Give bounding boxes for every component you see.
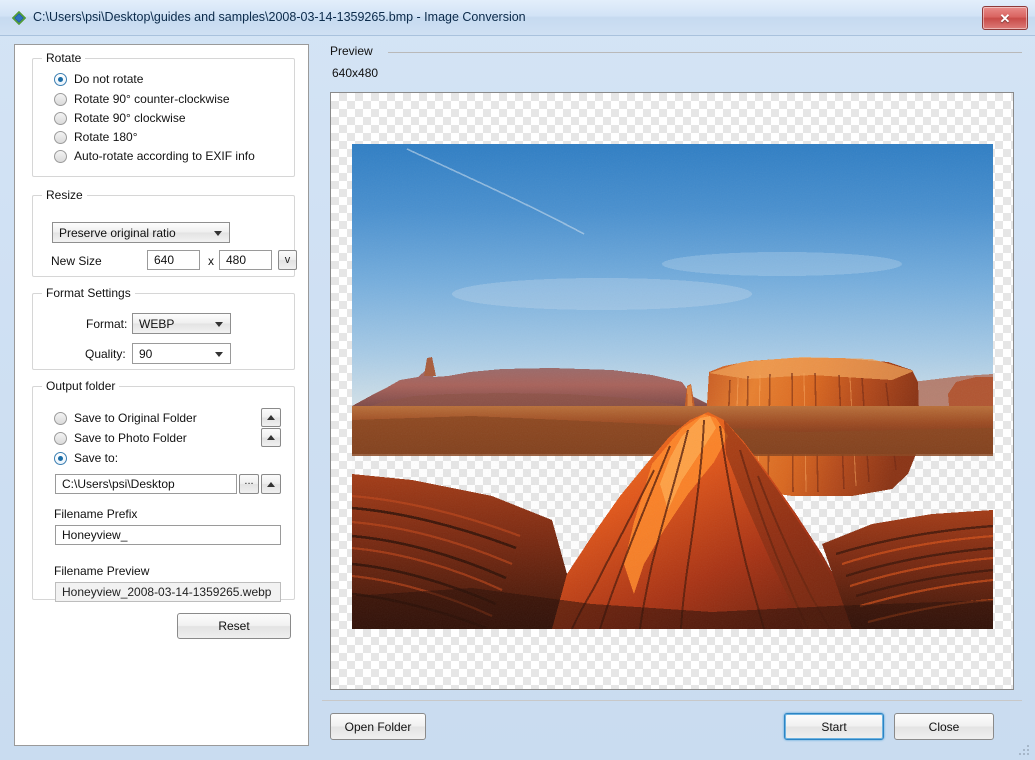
save-original-folder-up-button[interactable] — [261, 408, 281, 427]
browse-ellipsis-label: ... — [244, 475, 254, 487]
open-folder-label: Open Folder — [344, 719, 412, 734]
title-bar: C:\Users\psi\Desktop\guides and samples\… — [0, 0, 1035, 36]
size-presets-label: v — [284, 254, 291, 266]
preview-canvas[interactable] — [330, 92, 1014, 690]
radio-indicator — [54, 130, 67, 144]
output-folder-group: Output folder Save to Original Folder Sa… — [32, 379, 295, 602]
resize-group: Resize Preserve original ratio New Size … — [32, 188, 297, 277]
close-icon: ✕ — [999, 10, 1011, 26]
radio-indicator — [54, 451, 67, 465]
window-title: C:\Users\psi\Desktop\guides and samples\… — [33, 10, 526, 24]
size-separator: x — [208, 254, 214, 268]
new-width-input[interactable]: 640 — [147, 250, 200, 270]
radio-indicator — [54, 411, 67, 425]
resize-mode-dropdown[interactable]: Preserve original ratio — [52, 222, 230, 243]
filename-preview-label: Filename Preview — [54, 564, 150, 578]
preview-dimensions: 640x480 — [332, 66, 379, 80]
close-label: Close — [928, 719, 960, 734]
new-width-value: 640 — [154, 253, 175, 267]
save-photo-folder-up-button[interactable] — [261, 428, 281, 447]
radio-do-not-rotate[interactable]: Do not rotate — [54, 72, 143, 86]
output-path-value: C:\Users\psi\Desktop — [62, 477, 175, 491]
radio-rotate-90-cw[interactable]: Rotate 90° clockwise — [54, 111, 186, 125]
format-settings-group: Format Settings Format: WEBP Quality: 90 — [32, 286, 295, 370]
radio-rotate-180[interactable]: Rotate 180° — [54, 130, 138, 144]
start-button[interactable]: Start — [784, 713, 884, 740]
radio-label: Do not rotate — [74, 72, 144, 86]
radio-label: Auto-rotate according to EXIF info — [74, 149, 255, 163]
filename-prefix-input[interactable]: Honeyview_ — [55, 525, 281, 545]
radio-label: Rotate 90° clockwise — [74, 111, 186, 125]
app-icon — [12, 11, 26, 25]
chevron-down-icon — [214, 230, 222, 236]
quality-dropdown[interactable]: 90 — [132, 343, 231, 364]
reset-button-label: Reset — [218, 619, 250, 633]
image-conversion-window: C:\Users\psi\Desktop\guides and samples\… — [0, 0, 1035, 760]
preview-panel: Preview 640x480 — [322, 44, 1022, 699]
resize-grip[interactable] — [1018, 744, 1030, 756]
quality-value: 90 — [139, 346, 153, 361]
radio-auto-rotate-exif[interactable]: Auto-rotate according to EXIF info — [54, 149, 255, 163]
close-button[interactable]: Close — [894, 713, 994, 740]
radio-save-original-folder[interactable]: Save to Original Folder — [54, 411, 197, 425]
radio-indicator — [54, 149, 67, 163]
settings-panel: Rotate Do not rotate Rotate 90° counter-… — [14, 44, 309, 746]
reset-button[interactable]: Reset — [177, 613, 291, 639]
start-label: Start — [821, 719, 847, 734]
radio-label: Save to: — [74, 451, 119, 465]
new-height-input[interactable]: 480 — [219, 250, 272, 270]
new-height-value: 480 — [226, 253, 247, 267]
filename-prefix-value: Honeyview_ — [62, 528, 128, 542]
footer-separator — [322, 700, 1022, 701]
radio-save-to-path[interactable]: Save to: — [54, 451, 118, 465]
save-to-path-up-button[interactable] — [261, 474, 281, 494]
rotate-group-title: Rotate — [42, 51, 86, 65]
radio-label: Save to Original Folder — [74, 411, 197, 425]
browse-folder-button[interactable]: ... — [239, 474, 259, 494]
size-presets-button[interactable]: v — [278, 250, 297, 270]
chevron-down-icon — [215, 351, 223, 357]
filename-preview-value: Honeyview_2008-03-14-1359265.webp — [62, 585, 272, 599]
new-size-label: New Size — [51, 254, 102, 268]
radio-rotate-90-ccw[interactable]: Rotate 90° counter-clockwise — [54, 92, 230, 106]
format-label: Format: — [86, 317, 128, 331]
format-dropdown[interactable]: WEBP — [132, 313, 231, 334]
quality-label: Quality: — [85, 347, 126, 361]
preview-image — [352, 144, 993, 629]
filename-prefix-label: Filename Prefix — [54, 507, 138, 521]
radio-indicator — [54, 92, 67, 106]
resize-group-title: Resize — [42, 188, 87, 202]
radio-label: Save to Photo Folder — [74, 431, 187, 445]
radio-label: Rotate 180° — [74, 130, 138, 144]
close-window-button[interactable]: ✕ — [982, 6, 1028, 30]
output-path-input[interactable]: C:\Users\psi\Desktop — [55, 474, 237, 494]
rotate-group: Rotate Do not rotate Rotate 90° counter-… — [32, 51, 295, 177]
chevron-down-icon — [215, 321, 223, 327]
output-folder-group-title: Output folder — [42, 379, 120, 393]
preview-separator-line — [388, 52, 1022, 53]
format-value: WEBP — [139, 316, 175, 331]
radio-indicator — [54, 72, 67, 86]
filename-preview-field: Honeyview_2008-03-14-1359265.webp — [55, 582, 281, 602]
open-folder-button[interactable]: Open Folder — [330, 713, 426, 740]
chevron-up-icon — [267, 435, 275, 440]
chevron-up-icon — [267, 481, 275, 487]
radio-save-photo-folder[interactable]: Save to Photo Folder — [54, 431, 187, 445]
radio-indicator — [54, 111, 67, 125]
format-settings-group-title: Format Settings — [42, 286, 135, 300]
preview-legend: Preview — [330, 44, 373, 58]
radio-indicator — [54, 431, 67, 445]
chevron-up-icon — [267, 415, 275, 420]
resize-mode-value: Preserve original ratio — [59, 225, 176, 240]
radio-label: Rotate 90° counter-clockwise — [74, 92, 230, 106]
